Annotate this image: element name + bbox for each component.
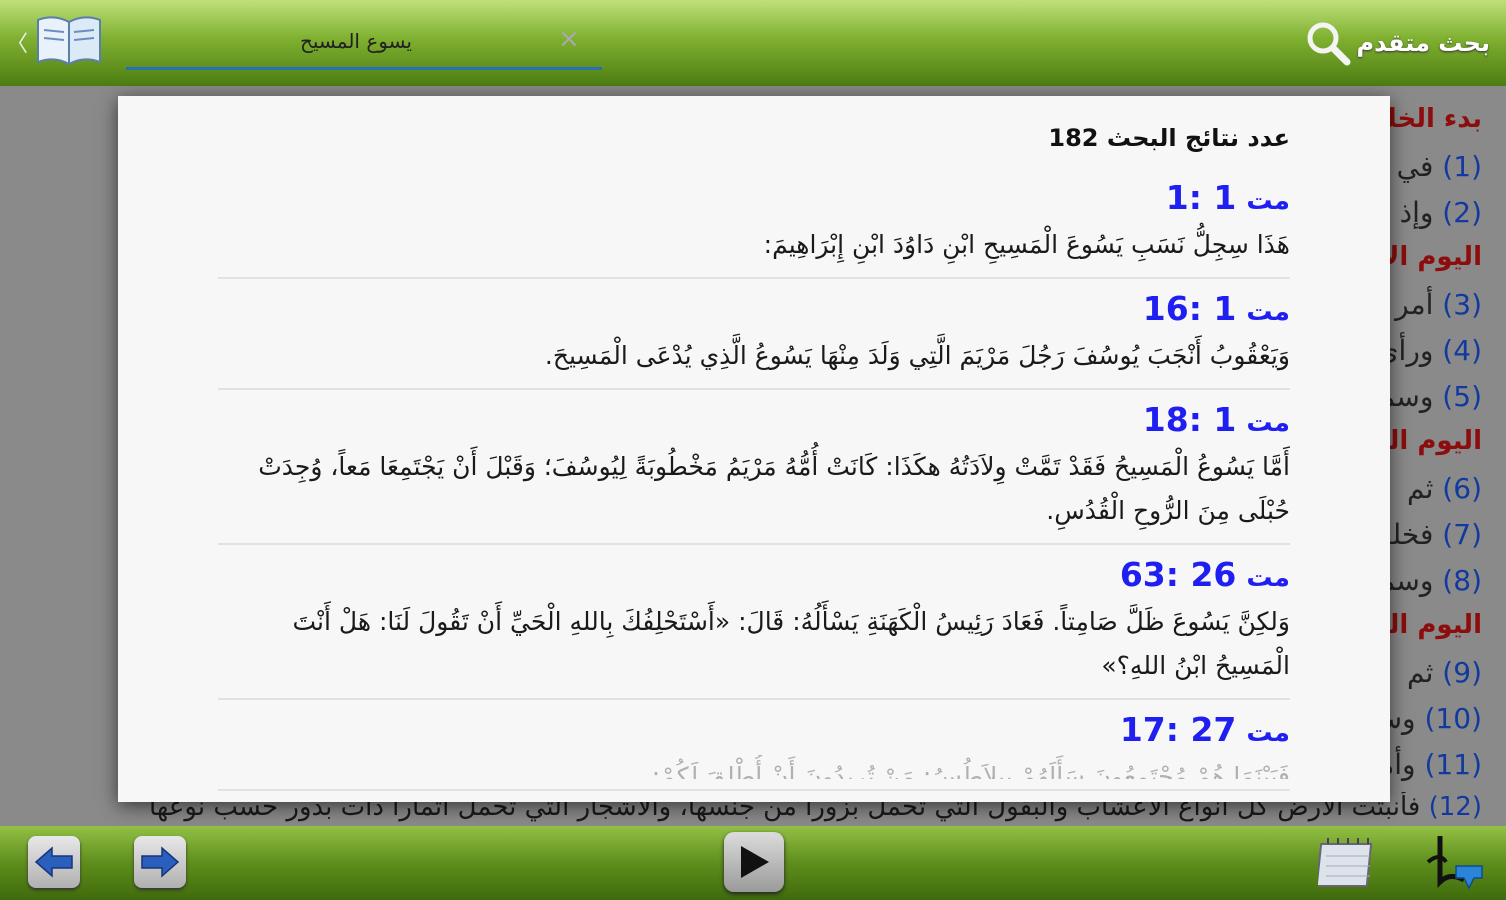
arrow-left-icon — [34, 846, 73, 878]
verse-text: وَيَعْقُوبُ أَنْجَبَ يُوسُفَ رَجُلَ مَرْ… — [544, 341, 1290, 370]
play-icon — [741, 846, 769, 878]
results-list: مت 1: 1 هَذَا سِجِلُّ نَسَبِ يَسُوعَ الْم… — [218, 168, 1290, 791]
result-item[interactable]: مت 63: 26 وَلكِنَّ يَسُوعَ ظَلَّ صَامِتاً… — [218, 545, 1290, 700]
book-abbrev: مت — [1246, 186, 1290, 216]
verse-reference: مت 1: 1 — [218, 176, 1290, 223]
chevron-left-icon[interactable]: 〈 — [6, 26, 28, 58]
verse-text: ثم — [1406, 656, 1434, 689]
forward-button[interactable] — [134, 836, 186, 888]
chapter-verse: 1: 1 — [1165, 178, 1237, 217]
book-abbrev: مت — [1246, 718, 1290, 748]
verse-number: (3) — [1442, 288, 1482, 321]
book-abbrev: مت — [1246, 297, 1290, 327]
back-button[interactable] — [28, 836, 80, 888]
search-icon — [1307, 22, 1351, 66]
verse-number: (4) — [1442, 334, 1482, 367]
result-item[interactable]: مت 16: 1 وَيَعْقُوبُ أَنْجَبَ يُوسُفَ رَج… — [218, 279, 1290, 390]
verse-number: (6) — [1442, 472, 1482, 505]
verse-line[interactable]: (1) في — [1397, 150, 1482, 183]
chapter-verse: 17: 27 — [1119, 710, 1237, 749]
search-field[interactable]: × — [126, 14, 602, 70]
play-button[interactable] — [724, 832, 784, 892]
search-input[interactable] — [126, 14, 602, 67]
verse-reference: مت 63: 26 — [218, 553, 1290, 600]
verse-reference: مت 17: 27 — [218, 708, 1290, 755]
results-count-label: عدد نتائج البحث — [1106, 124, 1290, 152]
verse-text: أمر — [1395, 288, 1434, 321]
verse-line[interactable]: (4) ورأى — [1377, 334, 1482, 367]
verse-line[interactable]: (3) أمر — [1395, 288, 1482, 321]
calendar-icon[interactable] — [1315, 836, 1376, 890]
result-item[interactable]: مت 17: 27 فَبَيْنَمَا هُمْ مُجْتَمِعُونَ … — [218, 700, 1290, 791]
verse-number: (12) — [1428, 792, 1482, 822]
result-item[interactable]: مت 1: 1 هَذَا سِجِلُّ نَسَبِ يَسُوعَ الْم… — [218, 168, 1290, 279]
chapter-verse: 63: 26 — [1119, 555, 1237, 594]
result-item[interactable]: مت 18: 1 أَمَّا يَسُوعُ الْمَسِيحُ فَقَدْ… — [218, 390, 1290, 545]
bottom-bar — [0, 826, 1506, 900]
verse-text: أَمَّا يَسُوعُ الْمَسِيحُ فَقَدْ تَمَّتْ… — [258, 452, 1290, 525]
results-count: عدد نتائج البحث 182 — [1048, 124, 1290, 152]
verse-text: وَلكِنَّ يَسُوعَ ظَلَّ صَامِتاً. فَعَادَ… — [292, 607, 1291, 680]
verse-text: وإذ — [1399, 196, 1434, 229]
verse-text: هَذَا سِجِلُّ نَسَبِ يَسُوعَ الْمَسِيحِ … — [763, 230, 1290, 259]
verse-number: (5) — [1442, 380, 1482, 413]
advanced-search-button[interactable]: بحث متقدم — [1305, 18, 1490, 68]
bible-logo-icon[interactable] — [34, 12, 104, 68]
verse-line[interactable]: (2) وإذ — [1400, 196, 1482, 229]
arrow-right-icon — [141, 846, 180, 878]
advanced-search-label: بحث متقدم — [1356, 29, 1490, 57]
verse-reference: مت 18: 1 — [218, 398, 1290, 445]
verse-text: ثم — [1406, 472, 1434, 505]
book-abbrev: مت — [1246, 563, 1290, 593]
book-abbrev: مت — [1246, 408, 1290, 438]
clear-icon[interactable]: × — [558, 24, 580, 54]
chapter-verse: 16: 1 — [1142, 289, 1237, 328]
verse-text: فَبَيْنَمَا هُمْ مُجْتَمِعُونَ سَأَلَهُم… — [651, 762, 1290, 779]
book-download-icon[interactable] — [1420, 832, 1486, 894]
verse-number: (11) — [1424, 748, 1482, 781]
top-bar: 〈 × بحث متقدم — [0, 0, 1506, 86]
search-results-dialog: عدد نتائج البحث 182 مت 1: 1 هَذَا سِجِلُّ… — [118, 96, 1390, 802]
results-count-value: 182 — [1048, 124, 1099, 152]
verse-line[interactable]: (6) ثم — [1407, 472, 1482, 505]
verse-number: (10) — [1424, 702, 1482, 735]
verse-number: (8) — [1442, 564, 1482, 597]
chapter-verse: 18: 1 — [1142, 400, 1237, 439]
verse-reference: مت 16: 1 — [218, 287, 1290, 334]
verse-text: في — [1396, 150, 1434, 183]
verse-number: (9) — [1442, 656, 1482, 689]
verse-line[interactable]: (9) ثم — [1407, 656, 1482, 689]
verse-number: (1) — [1442, 150, 1482, 183]
verse-number: (7) — [1442, 518, 1482, 551]
verse-number: (2) — [1442, 196, 1482, 229]
